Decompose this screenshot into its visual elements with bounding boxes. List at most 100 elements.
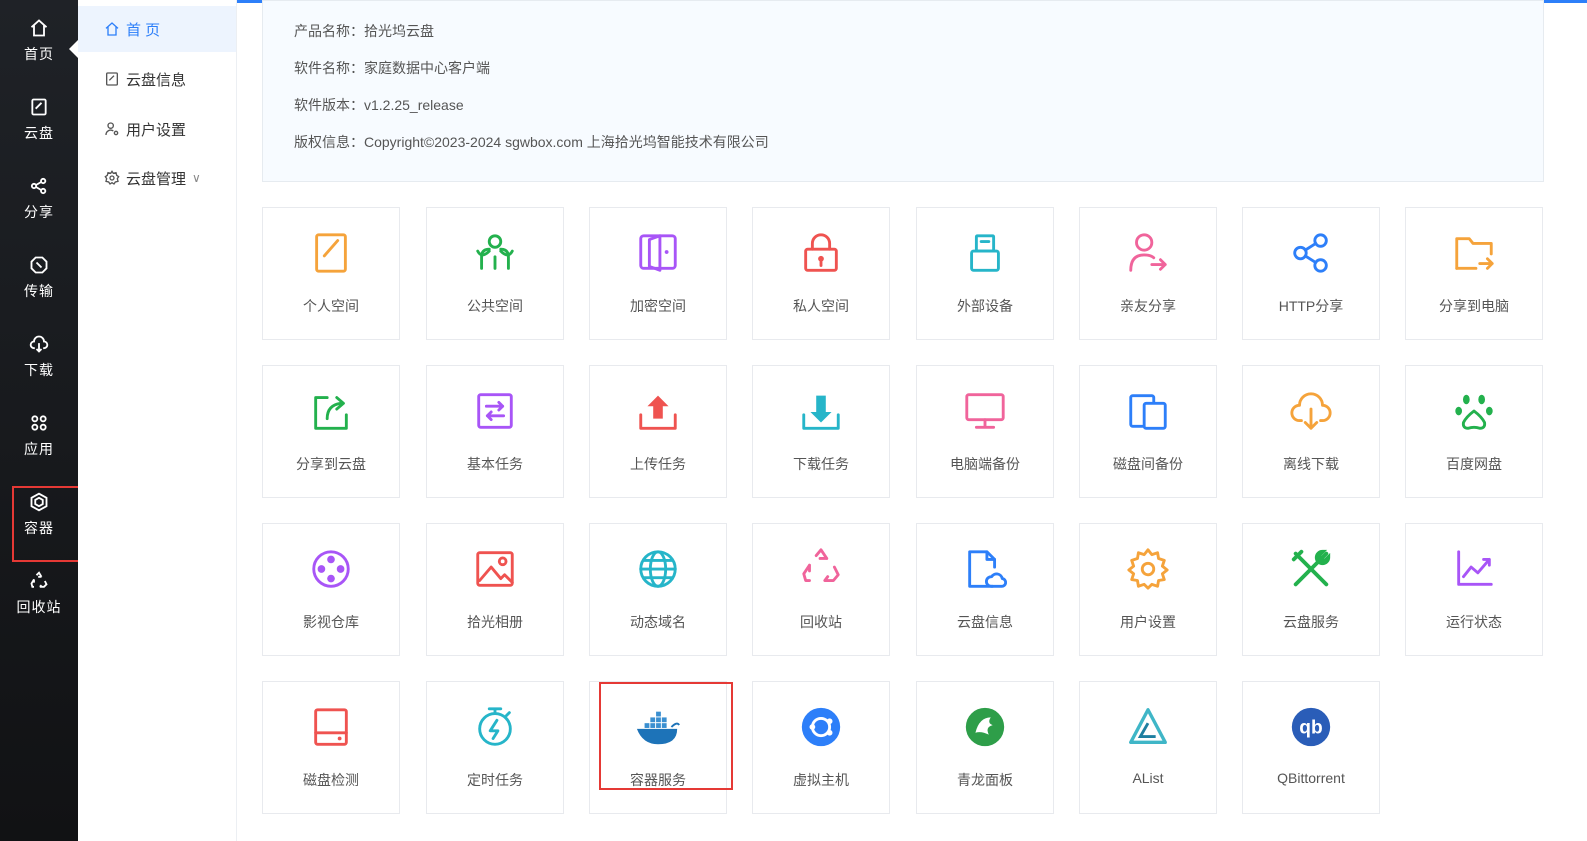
app-tile-friend-share[interactable]: 亲友分享 [1079,207,1217,340]
user-settings-icon [105,122,119,136]
recycle-icon [796,544,846,594]
rail-item-apps[interactable]: 应用 [0,401,78,471]
rail-item-cloud-disk[interactable]: 云盘 [0,85,78,155]
gear-icon [104,170,120,185]
app-tile-recycle[interactable]: 回收站 [752,523,890,656]
info-row-version: 软件版本：v1.2.25_release [294,95,464,115]
app-tile-globe[interactable]: 动态域名 [589,523,727,656]
app-tile-label: 云盘服务 [1283,614,1339,630]
qbittorrent-icon: qb [1286,702,1336,752]
info-value: 拾光坞云盘 [364,23,434,39]
disk-backup-icon [1123,386,1173,436]
disk-info-icon [106,72,118,86]
rail-item-label: 传输 [24,283,54,299]
app-tile-label: 外部设备 [957,298,1013,314]
app-tile-label: 磁盘检测 [303,772,359,788]
upload-icon [633,386,683,436]
app-tile-folder-share[interactable]: 分享到电脑 [1405,207,1543,340]
info-label: 软件名称： [294,60,364,76]
app-tile-film-reel[interactable]: 影视仓库 [262,523,400,656]
personal-space-icon [306,228,356,278]
app-tile-tools[interactable]: 云盘服务 [1242,523,1380,656]
sidebar-item-disk-info[interactable]: 云盘信息 [78,56,236,102]
app-tile-public-space[interactable]: 公共空间 [426,207,564,340]
secondary-sidebar: 首 页 云盘信息 用户设置 云盘管理 ∨ [78,0,237,841]
sidebar-item-disk-management[interactable]: 云盘管理 ∨ [78,155,236,201]
app-tile-monitor[interactable]: 电脑端备份 [916,365,1054,498]
film-reel-icon [306,544,356,594]
main-nav-rail: 首页 云盘 分享 传输 下载 应用 容器 回收站 [0,0,78,841]
sidebar-item-user-settings[interactable]: 用户设置 [78,106,236,152]
app-tile-label: 私人空间 [793,298,849,314]
app-tile-encrypted-space[interactable]: 加密空间 [589,207,727,340]
app-tile-hard-disk[interactable]: 磁盘检测 [262,681,400,814]
app-tile-label: 基本任务 [467,456,523,472]
rail-item-recycle[interactable]: 回收站 [0,559,78,629]
app-tile-share[interactable]: HTTP分享 [1242,207,1380,340]
rail-item-label: 云盘 [24,125,54,141]
app-tile-label: 回收站 [800,614,842,630]
info-value: Copyright©2023-2024 sgwbox.com 上海拾光坞智能技术… [364,134,769,150]
app-tile-disk-backup[interactable]: 磁盘间备份 [1079,365,1217,498]
app-tile-label: 拾光相册 [467,614,523,630]
paw-icon [1449,386,1499,436]
rail-item-transfer[interactable]: 传输 [0,243,78,313]
alist-icon [1123,702,1173,752]
app-tile-qbittorrent[interactable]: qb QBittorrent [1242,681,1380,814]
app-tile-lock[interactable]: 私人空间 [752,207,890,340]
app-tile-chart[interactable]: 运行状态 [1405,523,1543,656]
sidebar-item-home[interactable]: 首 页 [78,6,236,52]
info-label: 产品名称： [294,23,364,39]
basic-task-icon [470,386,520,436]
info-row-copyright: 版权信息：Copyright©2023-2024 sgwbox.com 上海拾光… [294,132,769,152]
folder-share-icon [1449,228,1499,278]
share-icon [30,177,47,195]
app-tile-label: 分享到电脑 [1439,298,1509,314]
sidebar-item-label: 用户设置 [126,121,187,139]
app-tile-basic-task[interactable]: 基本任务 [426,365,564,498]
app-tile-image[interactable]: 拾光相册 [426,523,564,656]
public-space-icon [470,228,520,278]
product-info-panel: 产品名称：拾光坞云盘 软件名称：家庭数据中心客户端 软件版本：v1.2.25_r… [262,0,1544,182]
app-tile-share-to-cloud[interactable]: 分享到云盘 [262,365,400,498]
monitor-icon [960,386,1010,436]
rail-item-label: 分享 [24,204,54,220]
rail-item-download[interactable]: 下载 [0,322,78,392]
lock-icon [796,228,846,278]
sidebar-item-label: 云盘信息 [126,71,187,89]
app-tile-alist[interactable]: AList [1079,681,1217,814]
cloud-disk-icon [31,98,47,116]
gear-icon [1123,544,1173,594]
rail-item-home[interactable]: 首页 [0,6,78,76]
cloud-download-icon [1286,386,1336,436]
app-tile-label: 加密空间 [630,298,686,314]
app-tile-label: 云盘信息 [957,614,1013,630]
tools-icon [1286,544,1336,594]
app-tile-usb[interactable]: 外部设备 [916,207,1054,340]
app-tile-cloud-download[interactable]: 离线下载 [1242,365,1380,498]
sidebar-item-label: 首 页 [126,21,161,39]
transfer-icon [30,256,48,274]
info-label: 版权信息： [294,134,364,150]
app-tile-label: 动态域名 [630,614,686,630]
app-tile-cloud-file[interactable]: 云盘信息 [916,523,1054,656]
app-tile-label: 个人空间 [303,298,359,314]
svg-text:qb: qb [1299,718,1322,739]
rail-item-label: 应用 [24,441,54,457]
app-tile-upload[interactable]: 上传任务 [589,365,727,498]
app-tile-qinglong[interactable]: 青龙面板 [916,681,1054,814]
rail-item-share[interactable]: 分享 [0,164,78,234]
timer-icon [470,702,520,752]
container-service-highlight [599,682,733,790]
app-tile-label: 离线下载 [1283,456,1339,472]
app-tile-paw[interactable]: 百度网盘 [1405,365,1543,498]
ubuntu-icon [796,702,846,752]
chart-icon [1449,544,1499,594]
app-tile-timer[interactable]: 定时任务 [426,681,564,814]
app-tile-gear[interactable]: 用户设置 [1079,523,1217,656]
app-tile-download[interactable]: 下载任务 [752,365,890,498]
recycle-icon [30,571,48,588]
app-tile-personal-space[interactable]: 个人空间 [262,207,400,340]
app-tile-label: 影视仓库 [303,614,359,630]
app-tile-ubuntu[interactable]: 虚拟主机 [752,681,890,814]
